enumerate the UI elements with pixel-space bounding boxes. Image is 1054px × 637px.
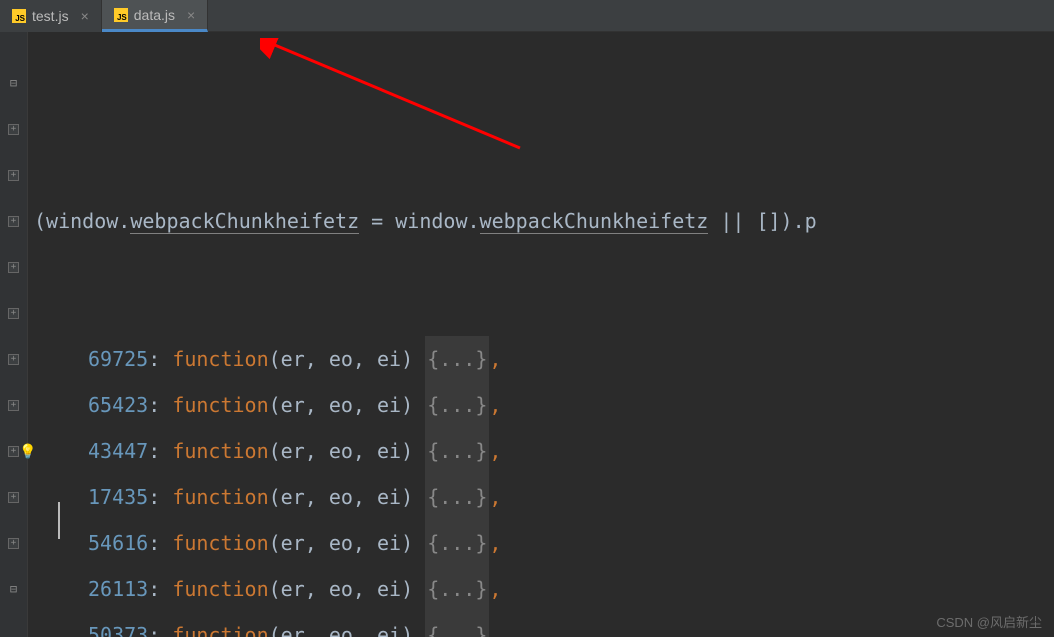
fold-collapse-icon[interactable]: + [8, 262, 19, 273]
code-collapsed-body[interactable]: {...} [425, 566, 489, 612]
code-number: 26113 [88, 566, 148, 612]
code-keyword: function [172, 612, 268, 637]
gutter-row: ⊟ [0, 60, 27, 106]
fold-collapse-icon[interactable]: + [8, 538, 19, 549]
code-keyword: function [172, 382, 268, 428]
code-punct: , [489, 612, 501, 637]
gutter-row: + [0, 474, 27, 520]
code-params: (er, eo, ei) [269, 474, 426, 520]
tab-label: test.js [32, 8, 69, 24]
code-collapsed-body[interactable]: {...} [425, 612, 489, 637]
fold-expand-icon[interactable]: ⊟ [8, 584, 19, 595]
code-number: 65423 [88, 382, 148, 428]
code-punct: : [148, 336, 172, 382]
tab-test-js[interactable]: JS test.js × [0, 0, 102, 32]
code-collapsed-body[interactable]: {...} [425, 382, 489, 428]
js-file-icon: JS [114, 8, 128, 22]
code-text: = window. [359, 209, 479, 233]
fold-collapse-icon[interactable]: + [8, 446, 19, 457]
close-icon[interactable]: × [81, 8, 89, 24]
gutter: ⊟ ++++++++💡++⊟ [0, 32, 28, 637]
code-params: (er, eo, ei) [269, 612, 426, 637]
gutter-row: + [0, 198, 27, 244]
code-line: 69725: function(er, eo, ei) {...}, [28, 336, 1054, 382]
code-keyword: function [172, 474, 268, 520]
code-collapsed-body[interactable]: {...} [425, 474, 489, 520]
fold-collapse-icon[interactable]: + [8, 170, 19, 181]
code-number: 17435 [88, 474, 148, 520]
code-punct: : [148, 566, 172, 612]
close-icon[interactable]: × [187, 7, 195, 23]
code-number: 69725 [88, 336, 148, 382]
gutter-row: ⊟ [0, 566, 27, 612]
fold-expand-icon[interactable]: ⊟ [8, 78, 19, 89]
gutter-row: + [0, 336, 27, 382]
text-cursor [58, 502, 60, 539]
code-punct: : [148, 520, 172, 566]
gutter-row: + [0, 106, 27, 152]
code-punct: , [489, 474, 501, 520]
code-number: 43447 [88, 428, 148, 474]
code-punct: , [489, 520, 501, 566]
tab-bar: JS test.js × JS data.js × [0, 0, 1054, 32]
code-params: (er, eo, ei) [269, 336, 426, 382]
code-collapsed-body[interactable]: {...} [425, 520, 489, 566]
gutter-row: +💡 [0, 428, 27, 474]
editor-area: ⊟ ++++++++💡++⊟ (window.webpackChunkheife… [0, 32, 1054, 637]
code-punct: , [489, 336, 501, 382]
code-punct: , [489, 428, 501, 474]
code-params: (er, eo, ei) [269, 520, 426, 566]
code-punct: , [489, 382, 501, 428]
code-line: 26113: function(er, eo, ei) {...}, [28, 566, 1054, 612]
watermark: CSDN @风启新尘 [936, 612, 1042, 631]
gutter-row: + [0, 382, 27, 428]
code-number: 54616 [88, 520, 148, 566]
code-collapsed-body[interactable]: {...} [425, 428, 489, 474]
code-punct: : [148, 474, 172, 520]
tab-data-js[interactable]: JS data.js × [102, 0, 208, 32]
code-text: (window. [34, 209, 130, 233]
code-line: 43447: function(er, eo, ei) {...}, [28, 428, 1054, 474]
gutter-row: + [0, 244, 27, 290]
code-punct: , [489, 566, 501, 612]
code-params: (er, eo, ei) [269, 566, 426, 612]
tab-label: data.js [134, 7, 175, 23]
fold-collapse-icon[interactable]: + [8, 492, 19, 503]
code-punct: : [148, 428, 172, 474]
code-keyword: function [172, 520, 268, 566]
code-area[interactable]: (window.webpackChunkheifetz = window.web… [28, 32, 1054, 637]
code-collapsed-body[interactable]: {...} [425, 336, 489, 382]
fold-collapse-icon[interactable]: + [8, 216, 19, 227]
code-params: (er, eo, ei) [269, 428, 426, 474]
code-punct: : [148, 382, 172, 428]
fold-collapse-icon[interactable]: + [8, 354, 19, 365]
code-punct: : [148, 612, 172, 637]
gutter-row: + [0, 290, 27, 336]
fold-collapse-icon[interactable]: + [8, 400, 19, 411]
code-identifier: webpackChunkheifetz [480, 209, 709, 234]
code-identifier: webpackChunkheifetz [130, 209, 359, 234]
js-file-icon: JS [12, 9, 26, 23]
code-line: 17435: function(er, eo, ei) {...}, [28, 474, 1054, 520]
code-number: 50373 [88, 612, 148, 637]
code-line: 65423: function(er, eo, ei) {...}, [28, 382, 1054, 428]
code-line: 50373: function(er, eo, ei) {...}, [28, 612, 1054, 637]
code-keyword: function [172, 566, 268, 612]
fold-collapse-icon[interactable]: + [8, 124, 19, 135]
gutter-row: + [0, 520, 27, 566]
fold-collapse-icon[interactable]: + [8, 308, 19, 319]
code-keyword: function [172, 428, 268, 474]
code-line: (window.webpackChunkheifetz = window.web… [28, 198, 1054, 244]
code-text: || []).p [708, 209, 816, 233]
code-params: (er, eo, ei) [269, 382, 426, 428]
gutter-row: + [0, 152, 27, 198]
code-line: 54616: function(er, eo, ei) {...}, [28, 520, 1054, 566]
code-keyword: function [172, 336, 268, 382]
